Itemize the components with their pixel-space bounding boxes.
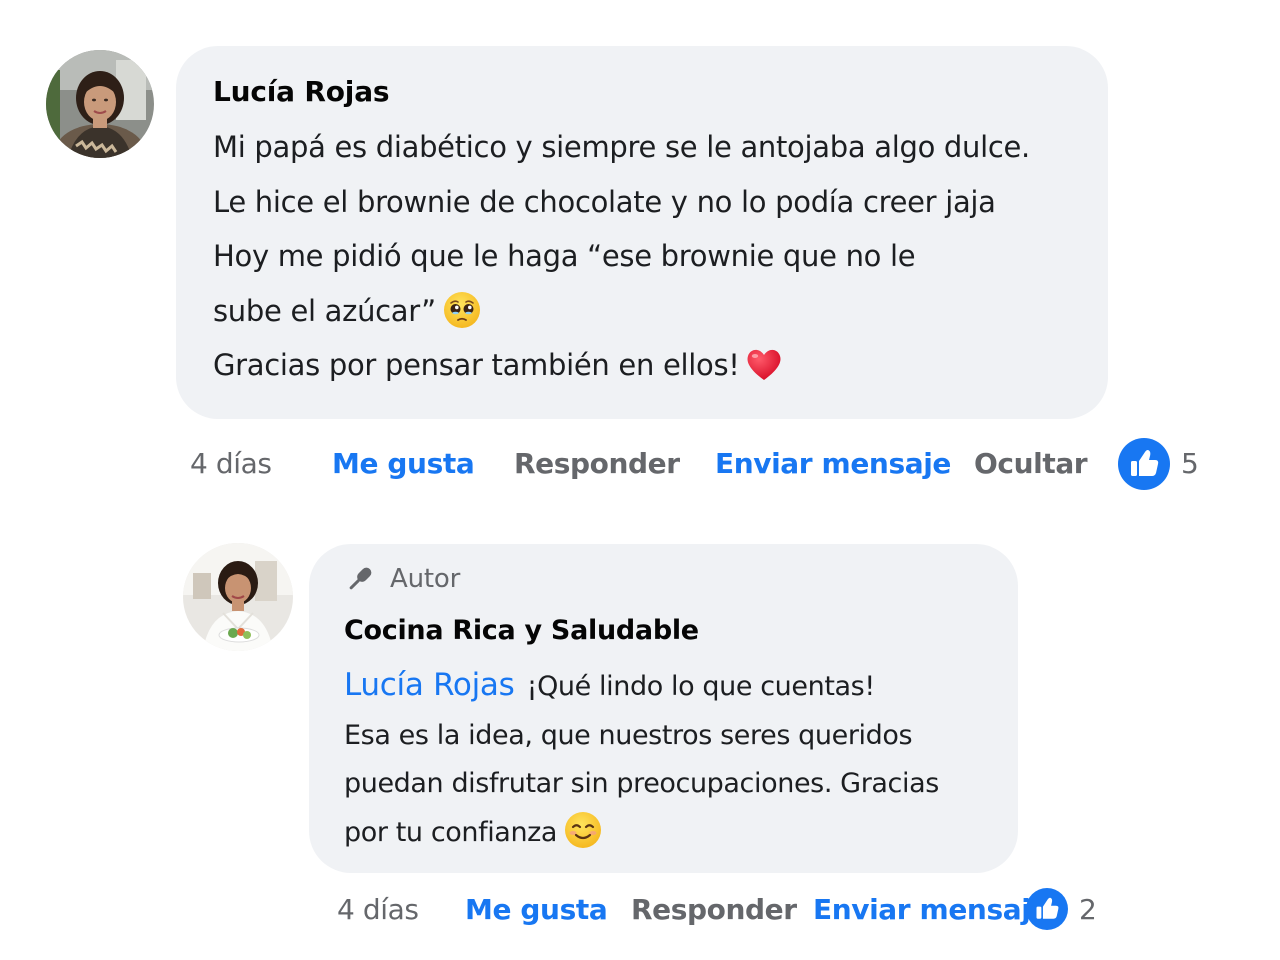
reply-send-message-button[interactable]: Enviar mensaje	[813, 883, 1049, 937]
mention-link[interactable]: Lucía Rojas	[344, 667, 515, 703]
comment-line-with-emoji: sube el azúcar”	[213, 284, 1108, 339]
author-badge-label: Autor	[390, 564, 461, 594]
comment-send-message-button[interactable]: Enviar mensaje	[715, 437, 951, 491]
comment-hide-button[interactable]: Ocultar	[974, 437, 1088, 491]
reply-line: Esa es la idea, que nuestros seres queri…	[344, 719, 913, 751]
pleading-face-emoji	[443, 291, 480, 328]
comment-author-name[interactable]: Lucía Rojas	[213, 74, 1108, 110]
thumbs-up-icon	[1131, 450, 1159, 476]
comment-line: Hoy me pidió que le haga “ese brownie qu…	[213, 239, 916, 273]
commenter-avatar[interactable]	[46, 50, 154, 158]
reply-line: ¡Qué lindo lo que cuentas!	[526, 671, 875, 702]
reply-line: puedan disfrutar sin preocupaciones. Gra…	[344, 768, 939, 799]
reply-line-with-emoji: por tu confianza	[344, 809, 1018, 858]
comment-reaction-count[interactable]: 5	[1181, 437, 1199, 491]
comment-reactions[interactable]	[1118, 438, 1170, 490]
comment-like-button[interactable]: Me gusta	[332, 437, 475, 491]
smiling-face-emoji	[565, 811, 602, 848]
reply-reactions[interactable]	[1026, 888, 1068, 930]
comment-line: Mi papá es diabético y siempre se le ant…	[213, 130, 1030, 164]
reply-author-name[interactable]: Cocina Rica y Saludable	[344, 613, 1018, 649]
author-badge: Autor	[344, 562, 1018, 596]
microphone-icon	[349, 567, 372, 590]
comment-line: Le hice el brownie de chocolate y no lo …	[213, 184, 996, 219]
reply-first-line: Lucía Rojas ¡Qué lindo lo que cuentas!	[344, 661, 1018, 712]
comment-line: sube el azúcar”	[213, 293, 436, 328]
comment-line-with-emoji: Gracias por pensar también en ellos!	[213, 338, 1108, 393]
comment-bubble: Lucía Rojas Mi papá es diabético y siemp…	[176, 46, 1108, 419]
reply-reaction-count[interactable]: 2	[1079, 883, 1097, 937]
red-heart-emoji	[747, 349, 781, 380]
reply-like-button[interactable]: Me gusta	[465, 883, 608, 937]
reply-bubble: Autor Cocina Rica y Saludable Lucía Roja…	[309, 544, 1018, 873]
comment-actions: 4 días Me gusta Responder Enviar mensaje…	[0, 437, 1280, 491]
reply-timestamp[interactable]: 4 días	[337, 883, 419, 937]
comment-reply-button[interactable]: Responder	[514, 437, 680, 491]
reply-line: por tu confianza	[344, 816, 558, 848]
reply-actions: 4 días Me gusta Responder Enviar mensaje…	[0, 883, 1280, 937]
page-avatar[interactable]	[183, 543, 293, 651]
commenter-avatar-photo	[46, 50, 154, 158]
comment-timestamp[interactable]: 4 días	[190, 437, 272, 491]
comment-line: Gracias por pensar también en ellos!	[213, 348, 740, 382]
reply-text: Lucía Rojas ¡Qué lindo lo que cuentas! E…	[344, 661, 1018, 857]
thumbs-up-icon	[1036, 897, 1059, 919]
page-avatar-photo	[183, 543, 293, 651]
comment-text: Mi papá es diabético y siempre se le ant…	[213, 120, 1108, 393]
reply-reply-button[interactable]: Responder	[631, 883, 797, 937]
